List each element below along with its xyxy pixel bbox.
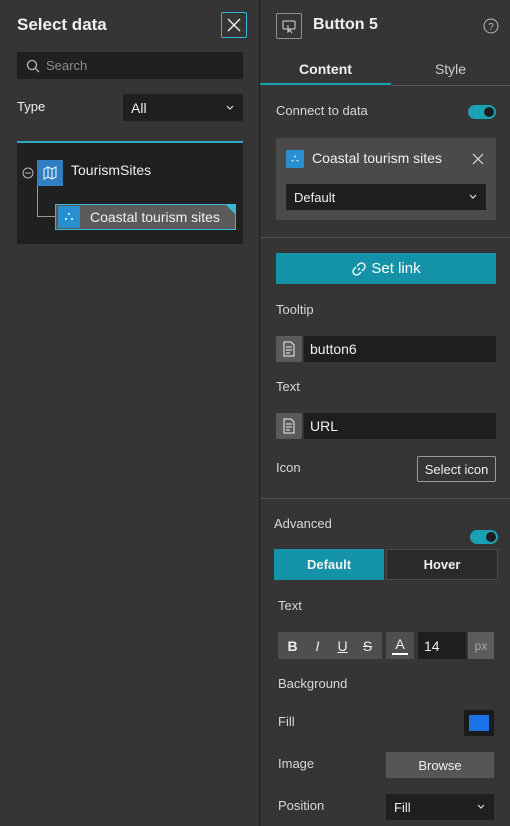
section-divider [260,498,510,499]
close-button[interactable] [221,12,247,38]
select-icon-button[interactable]: Select icon [417,456,496,482]
point-layer-icon [286,150,304,168]
expression-icon[interactable] [276,336,302,362]
tab-style[interactable]: Style [391,61,510,77]
section-divider [260,237,510,238]
set-link-label: Set link [371,260,421,277]
tree-connector-v [37,186,38,216]
tree-layer-item[interactable]: Coastal tourism sites [55,204,236,230]
search-input[interactable] [17,52,243,79]
map-icon [37,160,63,186]
position-value: Fill [394,799,411,815]
advanced-toggle[interactable] [470,530,498,544]
font-size-input[interactable]: 14 [418,632,466,659]
format-toolbar: B I U S [278,632,382,659]
fill-label: Fill [278,714,295,729]
panel-title: Select data [17,15,107,34]
data-source-card: Coastal tourism sites Default [276,138,496,220]
text-input[interactable]: URL [304,413,496,439]
set-link-button[interactable]: Set link [276,253,496,284]
type-select[interactable]: All [123,94,243,121]
search-field[interactable] [46,58,226,73]
advanced-text-label: Text [278,598,302,613]
position-select[interactable]: Fill [386,794,494,820]
expression-icon[interactable] [276,413,302,439]
data-view-value: Default [294,189,336,205]
font-color-letter: A [395,635,405,652]
panel-divider [259,0,260,826]
data-source-name: Coastal tourism sites [312,150,442,166]
font-color-swatch [392,652,408,655]
tab-bar: Content Style [260,52,510,86]
data-view-select[interactable]: Default [286,184,486,210]
italic-button[interactable]: I [306,634,330,658]
strikethrough-button[interactable]: S [356,634,380,658]
text-label: Text [276,379,300,394]
select-data-panel: Select data Type All TourismSites Coasta… [0,0,259,826]
help-icon[interactable]: ? [483,18,499,34]
button-widget-icon [276,13,302,39]
remove-icon[interactable] [472,153,484,165]
chevron-down-icon [469,194,477,199]
font-color-button[interactable]: A [386,632,414,659]
widget-title: Button 5 [313,16,378,33]
fill-color-swatch [469,715,489,731]
bold-button[interactable]: B [281,634,305,658]
font-size-unit: px [468,632,494,659]
icon-label: Icon [276,460,301,475]
selected-corner-icon [226,205,235,214]
tree-layer-label: Coastal tourism sites [90,209,220,225]
tooltip-label: Tooltip [276,302,314,317]
tab-baseline [391,85,510,86]
data-tree: TourismSites Coastal tourism sites [17,141,243,244]
tree-map-item[interactable]: TourismSites [71,162,151,178]
tooltip-input[interactable]: button6 [304,336,496,362]
fill-color-picker[interactable] [464,710,494,736]
position-label: Position [278,798,325,813]
chevron-down-icon [226,105,234,110]
connect-to-data-label: Connect to data [276,103,368,118]
state-default-tab[interactable]: Default [274,549,384,580]
type-select-value: All [131,99,147,116]
connect-to-data-toggle[interactable] [468,105,496,119]
point-layer-icon [58,206,80,228]
background-label: Background [278,676,348,691]
type-label: Type [17,99,46,114]
advanced-label: Advanced [274,516,332,531]
image-label: Image [278,756,315,771]
browse-button[interactable]: Browse [386,752,494,778]
svg-text:?: ? [488,22,494,33]
state-hover-tab[interactable]: Hover [386,549,498,580]
search-icon [26,59,40,72]
link-icon [352,261,367,276]
tab-active-indicator [260,83,391,85]
chevron-down-icon [477,804,485,809]
collapse-icon[interactable] [22,167,34,179]
tree-connector-h [37,216,55,217]
tab-content[interactable]: Content [260,61,391,77]
close-icon [227,18,241,32]
underline-button[interactable]: U [331,634,355,658]
